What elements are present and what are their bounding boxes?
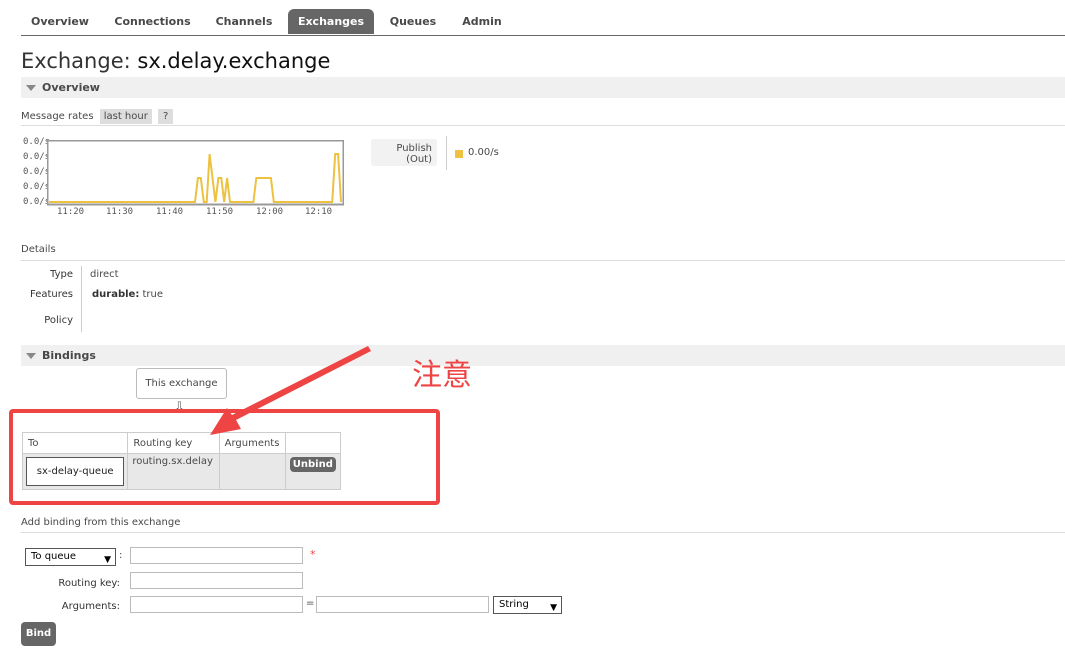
x-tick-label: 11:40	[156, 207, 184, 217]
chevron-down-icon: ▼	[550, 603, 557, 613]
overview-section-header[interactable]: Overview	[21, 77, 1065, 98]
collapse-triangle-icon	[26, 353, 36, 359]
tab-exchanges[interactable]: Exchanges	[288, 9, 374, 34]
add-binding-header-label: Add binding from this exchange	[21, 517, 181, 528]
chevron-down-icon: ▼	[104, 555, 111, 565]
top-nav: Overview Connections Channels Exchanges …	[21, 0, 1065, 36]
features-label: Features	[30, 289, 73, 300]
colon-label: :	[119, 550, 123, 561]
destination-input[interactable]	[130, 547, 303, 564]
help-tag[interactable]: ?	[158, 109, 174, 124]
page-title-prefix: Exchange:	[21, 49, 131, 73]
tab-admin[interactable]: Admin	[452, 9, 512, 34]
exchange-name: sx.delay.exchange	[137, 49, 331, 73]
legend-divider	[446, 136, 447, 170]
durable-value: true	[142, 289, 164, 300]
details-header: Details	[21, 244, 1065, 261]
page-title: Exchange: sx.delay.exchange	[21, 49, 330, 73]
destination-type-select[interactable]: To queue ▼	[25, 548, 116, 566]
message-rates-label: Message rates	[21, 111, 94, 122]
message-rates-header: Message rates last hour ?	[21, 109, 1065, 126]
argument-key-input[interactable]	[130, 596, 303, 613]
x-tick-label: 11:30	[106, 207, 134, 217]
features-value: durable: true	[92, 289, 163, 300]
details-divider	[81, 266, 82, 332]
argument-type-select[interactable]: String ▼	[493, 596, 562, 614]
policy-label: Policy	[44, 315, 73, 326]
durable-key: durable:	[92, 289, 140, 300]
argument-type-value: String	[499, 599, 529, 610]
tab-connections[interactable]: Connections	[106, 9, 199, 34]
routing-key-input[interactable]	[130, 572, 303, 589]
overview-section-label: Overview	[42, 81, 100, 94]
bindings-section-label: Bindings	[42, 349, 96, 362]
x-tick-label: 12:00	[256, 207, 284, 217]
routing-key-label: Routing key:	[58, 578, 120, 589]
legend-label-box: Publish (Out)	[371, 139, 437, 166]
bind-button[interactable]: Bind	[21, 622, 56, 646]
x-tick-label: 12:10	[305, 207, 333, 217]
equals-label: =	[306, 598, 315, 609]
type-label: Type	[50, 269, 73, 280]
type-value: direct	[90, 269, 119, 280]
legend-label-out: (Out)	[406, 154, 432, 165]
annotation-arrow-icon	[210, 346, 371, 435]
argument-value-input[interactable]	[316, 596, 489, 613]
x-tick-label: 11:20	[57, 207, 85, 217]
range-tag[interactable]: last hour	[99, 109, 152, 124]
legend-value: 0.00/s	[468, 147, 499, 158]
collapse-triangle-icon	[26, 85, 36, 91]
destination-type-value: To queue	[31, 551, 77, 562]
required-mark: *	[310, 548, 316, 561]
legend-color-swatch	[455, 150, 463, 158]
add-binding-header: Add binding from this exchange	[21, 517, 1065, 533]
details-header-label: Details	[21, 244, 56, 255]
message-rates-chart	[47, 140, 344, 206]
tab-channels[interactable]: Channels	[205, 9, 283, 34]
legend-label-publish: Publish	[396, 143, 432, 154]
arguments-label: Arguments:	[61, 601, 120, 612]
annotation-text: 注意	[412, 358, 472, 393]
bindings-section-header[interactable]: Bindings	[21, 345, 1065, 366]
tab-overview[interactable]: Overview	[21, 9, 99, 34]
x-tick-label: 11:50	[206, 207, 234, 217]
tab-queues[interactable]: Queues	[381, 9, 445, 34]
